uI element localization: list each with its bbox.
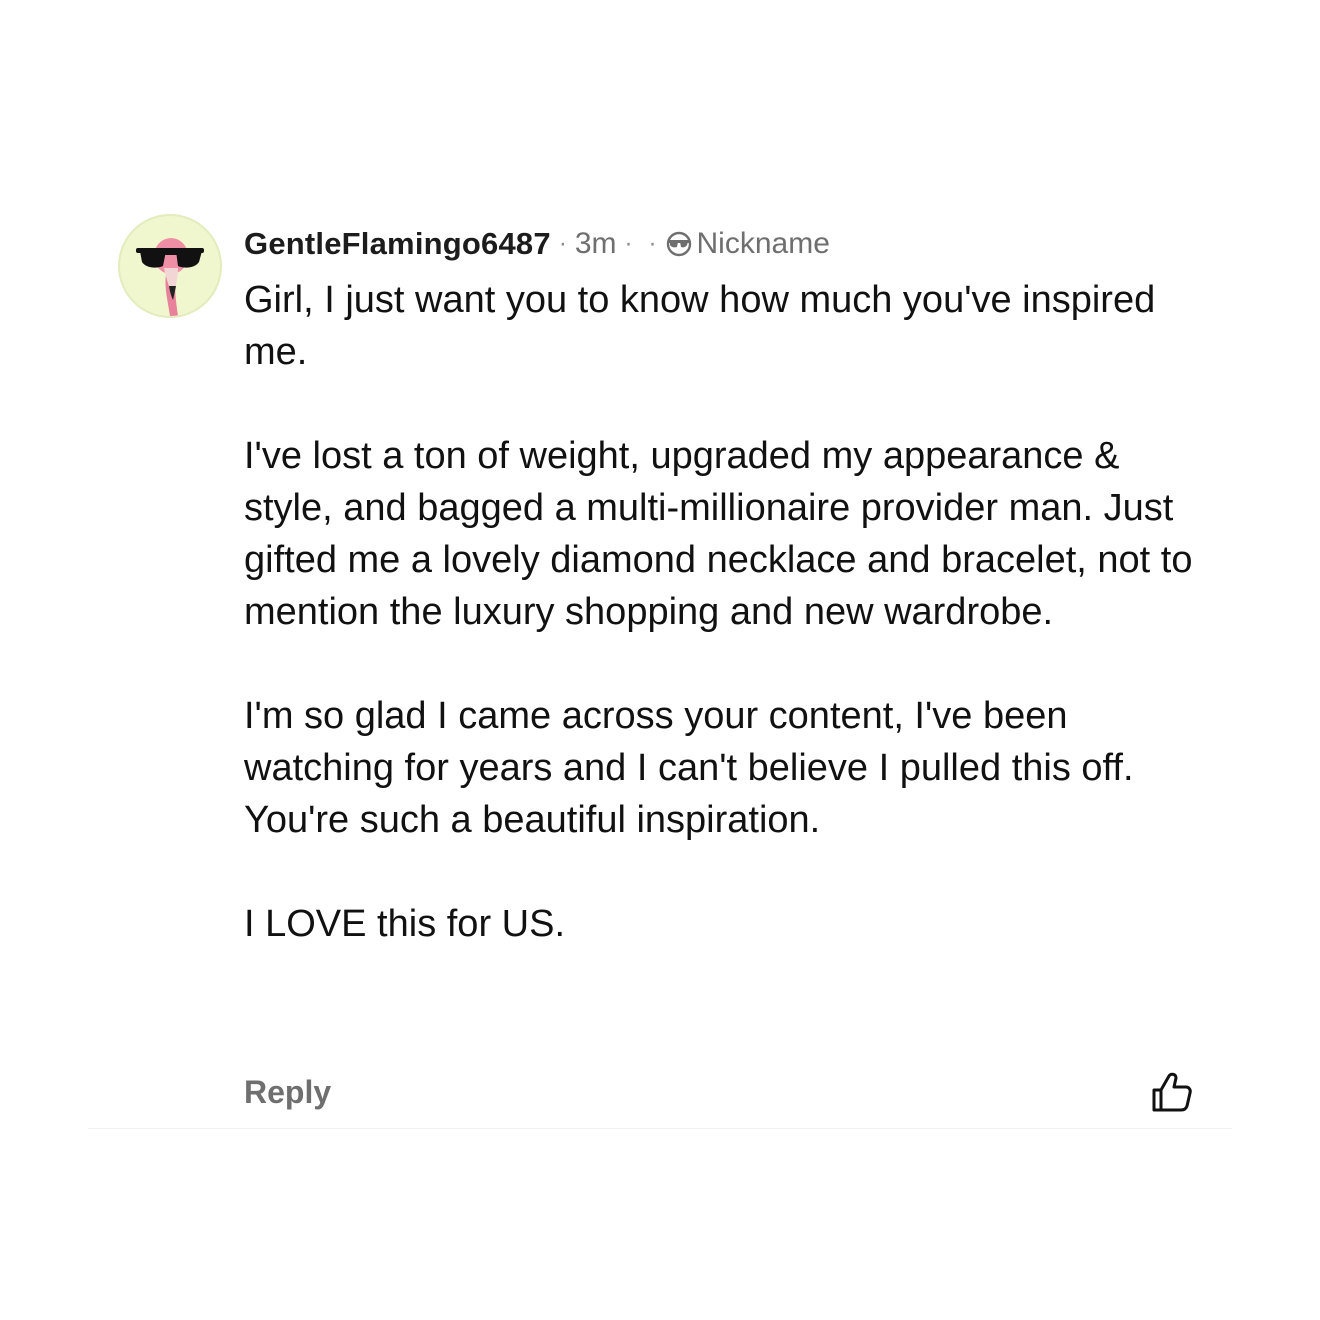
meta-separator: · (624, 230, 633, 257)
flamingo-sunglasses-avatar-icon (136, 238, 204, 316)
sunglasses-mask-icon (666, 231, 691, 257)
nickname-label: Nickname (696, 227, 830, 260)
nickname-badge[interactable]: Nickname (665, 227, 830, 261)
meta-separator: · (648, 230, 657, 257)
comment-paragraph: Girl, I just want you to know how much y… (244, 279, 1156, 373)
username-link[interactable]: GentleFlamingo6487 (244, 226, 551, 262)
thumbs-up-icon[interactable] (1150, 1070, 1194, 1114)
comment-paragraph: I LOVE this for US. (244, 903, 565, 945)
reply-button[interactable]: Reply (244, 1074, 331, 1111)
meta-separator: · (558, 230, 567, 257)
avatar[interactable] (118, 214, 222, 318)
timestamp: 3m (574, 227, 617, 260)
divider (88, 1128, 1232, 1129)
comment-actions: Reply (244, 1068, 1204, 1118)
comment-paragraph: I'm so glad I came across your content, … (244, 695, 1134, 841)
comment-paragraph: I've lost a ton of weight, upgraded my a… (244, 435, 1193, 633)
comment-content: GentleFlamingo6487 · 3m · · Nickname Gir… (244, 224, 1204, 950)
comment-meta: GentleFlamingo6487 · 3m · · Nickname (244, 224, 1204, 264)
comment-body: Girl, I just want you to know how much y… (244, 274, 1204, 950)
